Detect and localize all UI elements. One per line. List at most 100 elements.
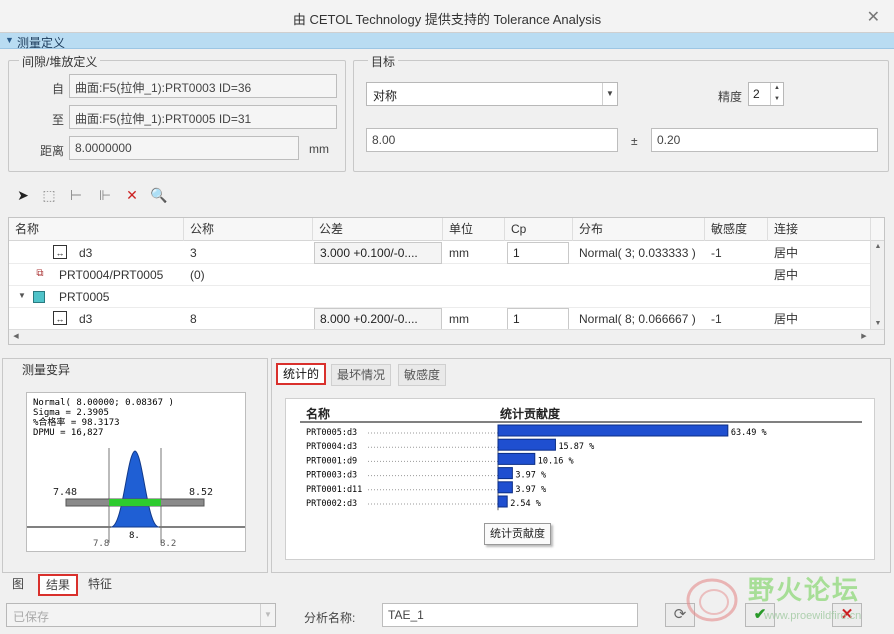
row-name: d3 (79, 246, 93, 260)
bar (497, 452, 536, 465)
target-mode-select[interactable]: 对称 ▼ (366, 82, 618, 106)
title-bar: 由 CETOL Technology 提供支持的 Tolerance Analy… (0, 0, 894, 33)
spin-arrows-icon[interactable]: ▲ ▼ (770, 83, 783, 105)
contribution-chart: 名称 统计贡献度 PRT0005:d3 63.49 % PRT0004:d3 15.8… (285, 398, 875, 560)
contribution-tooltip: 统计贡献度 (484, 523, 551, 545)
row-sensitivity: -1 (711, 312, 722, 326)
bar-category-label: PRT0001:d9 (306, 456, 357, 466)
table-row[interactable]: ⧉ PRT0004/PRT0005 (0) 居中 (9, 264, 871, 286)
col-tolerance[interactable]: 公差 (313, 218, 443, 241)
dimension-icon: ↔ (53, 245, 67, 259)
col-nominal[interactable]: 公称 (184, 218, 313, 241)
precision-stepper[interactable]: 2 ▲ ▼ (748, 82, 784, 106)
histogram: Normal( 8.00000; 0.08367 ) Sigma = 2.390… (26, 392, 246, 552)
add-dimension-icon[interactable]: ⬚ (40, 186, 58, 204)
precision-label: 精度 (718, 90, 743, 104)
to-field[interactable]: 曲面:F5(拉伸_1):PRT0005 ID=31 (69, 105, 337, 129)
add-link-icon[interactable]: ⊢ (67, 186, 85, 204)
row-tolerance[interactable]: 8.000 +0.200/-0.... (314, 308, 442, 330)
scroll-right-icon[interactable]: ▶ (857, 330, 871, 344)
from-field[interactable]: 曲面:F5(拉伸_1):PRT0003 ID=36 (69, 74, 337, 98)
from-label: 自 (52, 82, 65, 96)
close-icon[interactable]: ✕ (867, 7, 880, 27)
row-nominal: 3 (190, 246, 197, 260)
tab-sensitivity[interactable]: 敏感度 (398, 364, 447, 386)
to-label: 至 (52, 113, 65, 127)
vertical-scrollbar[interactable]: ▲ ▼ (870, 241, 884, 330)
row-name: PRT0005 (59, 290, 110, 304)
preview-icon[interactable]: 🔍 (150, 186, 168, 204)
refresh-button[interactable]: ⟳ (665, 603, 695, 627)
scroll-left-icon[interactable]: ◀ (9, 330, 23, 344)
row-cp[interactable]: 1 (507, 308, 569, 330)
tab-graph[interactable]: 图 (6, 574, 30, 596)
col-cp[interactable]: Cp (505, 218, 573, 241)
tab-features[interactable]: 特征 (82, 574, 118, 596)
bar-category-label: PRT0002:d3 (306, 499, 357, 509)
target-tolerance-input[interactable]: 0.20 (651, 128, 878, 152)
tab-statistical[interactable]: 统计的 (276, 363, 327, 385)
status-value: 已保存 (13, 610, 50, 624)
bar-value-label: 2.54 % (510, 499, 541, 509)
row-unit: mm (449, 246, 469, 260)
distance-label: 距离 (40, 144, 65, 158)
plus-minus-label: ± (631, 134, 638, 148)
delete-icon[interactable]: ✕ (123, 186, 141, 204)
expand-triangle-icon[interactable]: ▼ (15, 289, 29, 303)
part-icon (33, 291, 45, 303)
analysis-name-input[interactable]: TAE_1 (382, 603, 638, 627)
section-header[interactable]: ▼ 测量定义 (0, 33, 894, 50)
dimension-icon: ↔ (53, 311, 67, 325)
bar-category-label: PRT0003:d3 (306, 471, 357, 481)
contribution-bars: PRT0005:d3 63.49 % PRT0004:d3 15.87 % PRT000… (300, 421, 862, 511)
tab-results[interactable]: 结果 (38, 574, 79, 596)
assembly-link-icon: ⧉ (36, 268, 44, 279)
select-arrow-icon[interactable]: ➤ (14, 186, 32, 204)
bar (497, 481, 513, 494)
chevron-down-icon: ▼ (602, 83, 617, 105)
bar-value-label: 63.49 % (731, 428, 767, 438)
table-row[interactable]: ↔ d3 3 3.000 +0.100/-0.... mm 1 Normal( … (9, 242, 871, 264)
col-name[interactable]: 名称 (9, 218, 184, 241)
horizontal-scrollbar[interactable]: ◀ ▶ (9, 329, 884, 344)
col-distribution[interactable]: 分布 (573, 218, 705, 241)
precision-value: 2 (753, 87, 760, 101)
lower-spec-label: 7.48 (53, 487, 78, 498)
ok-button[interactable]: ✔ (745, 603, 775, 627)
dimension-table: 名称 公称 公差 单位 Cp 分布 敏感度 连接 ↔ d3 3 3.000 +0… (8, 217, 885, 345)
analysis-name-label: 分析名称: (304, 611, 356, 625)
row-nominal: 8 (190, 312, 197, 326)
row-name: PRT0004/PRT0005 (59, 268, 164, 282)
row-cp[interactable]: 1 (507, 242, 569, 264)
col-unit[interactable]: 单位 (443, 218, 505, 241)
row-connection: 居中 (774, 312, 799, 326)
watermark-text: 野火论坛 (748, 575, 861, 605)
row-connection: 居中 (774, 268, 799, 282)
row-nominal: (0) (190, 268, 205, 282)
tick-label: 7.8 (93, 539, 110, 549)
bar (497, 438, 556, 451)
distance-field: 8.0000000 (69, 136, 299, 160)
upper-spec-label: 8.52 (189, 487, 214, 498)
bar-category-label: PRT0004:d3 (306, 442, 357, 452)
target-nominal-input[interactable]: 8.00 (366, 128, 618, 152)
bar-value-label: 15.87 % (558, 442, 594, 452)
bar-category-label: PRT0001:d11 (306, 485, 362, 495)
collapse-triangle-icon[interactable]: ▼ (5, 35, 14, 45)
variation-legend: 测量变异 (19, 361, 74, 378)
table-row[interactable]: ↔ d3 8 8.000 +0.200/-0.... mm 1 Normal( … (9, 308, 871, 330)
cancel-button[interactable]: ✕ (832, 603, 862, 627)
row-tolerance[interactable]: 3.000 +0.100/-0.... (314, 242, 442, 264)
tab-worst-case[interactable]: 最坏情况 (331, 364, 392, 386)
bar-value-label: 3.97 % (515, 471, 546, 481)
add-branch-icon[interactable]: ⊩ (96, 186, 114, 204)
table-row[interactable]: ▼ PRT0005 (9, 286, 871, 308)
col-connection[interactable]: 连接 (768, 218, 871, 241)
col-sensitivity[interactable]: 敏感度 (705, 218, 768, 241)
target-mode-value: 对称 (373, 89, 398, 103)
bar-category-label: PRT0005:d3 (306, 428, 357, 438)
scroll-up-icon[interactable]: ▲ (871, 241, 884, 253)
section-label: 测量定义 (17, 36, 66, 50)
row-distribution: Normal( 8; 0.066667 ) (579, 312, 696, 326)
distance-unit: mm (309, 142, 329, 156)
